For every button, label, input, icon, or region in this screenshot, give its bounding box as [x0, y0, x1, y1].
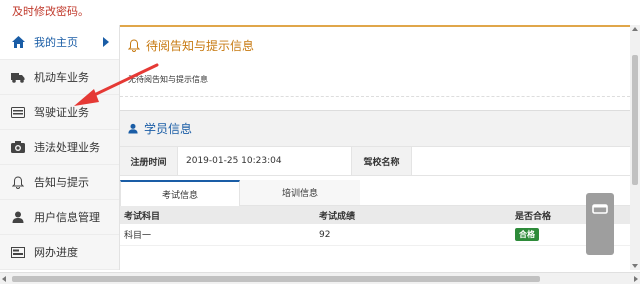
camera-icon [10, 140, 26, 154]
exam-table-header: 考试科目 考试成绩 是否合格 [120, 206, 630, 224]
sidebar-item-label: 告知与提示 [34, 176, 89, 189]
sidebar-item-label: 用户信息管理 [34, 211, 100, 224]
notice-panel-header: 待阅告知与提示信息 [120, 25, 630, 63]
info-tabs: 考试信息 培训信息 [120, 180, 630, 206]
caret-right-icon [103, 37, 109, 47]
reg-time-value: 2019-01-25 10:23:04 [178, 147, 352, 175]
user-icon [10, 210, 26, 224]
reg-time-label: 注册时间 [120, 147, 178, 175]
bell-icon [128, 38, 140, 52]
student-info-row: 注册时间 2019-01-25 10:23:04 驾校名称 [120, 146, 630, 176]
panel-gap [120, 97, 630, 110]
sidebar-item-progress[interactable]: 网办进度 [0, 235, 119, 270]
floating-action-button[interactable] [586, 193, 614, 255]
window-icon [592, 199, 608, 255]
id-card-icon [10, 105, 26, 119]
sidebar: 我的主页 机动车业务 驾驶证业务 违法处理业务 告知与提示 用户信息管理 网办进… [0, 25, 120, 270]
scroll-up-icon[interactable] [632, 27, 638, 31]
user-icon [128, 123, 138, 134]
student-panel-title: 学员信息 [144, 122, 193, 136]
scroll-down-icon[interactable] [632, 264, 638, 268]
school-value [412, 147, 630, 175]
horizontal-scroll-thumb[interactable] [12, 276, 540, 282]
exam-subject-cell: 科目一 [124, 231, 152, 241]
student-panel-header: 学员信息 [120, 110, 630, 146]
sidebar-item-label: 违法处理业务 [34, 141, 100, 154]
main-content: 待阅告知与提示信息 无待阅告知与提示信息 学员信息 注册时间 2019-01-2… [120, 25, 630, 270]
horizontal-scrollbar[interactable] [0, 272, 640, 284]
scroll-right-icon[interactable] [634, 276, 638, 282]
school-label: 驾校名称 [352, 147, 412, 175]
progress-icon [10, 245, 26, 259]
exam-score-cell: 92 [319, 229, 331, 240]
vertical-scrollbar[interactable] [630, 25, 640, 270]
bell-icon [10, 175, 26, 189]
notice-panel-body: 无待阅告知与提示信息 [120, 63, 630, 97]
column-header: 考试科目 [124, 211, 161, 222]
sidebar-item-label: 我的主页 [34, 36, 78, 49]
sidebar-item-violation[interactable]: 违法处理业务 [0, 130, 119, 165]
tab-exam-info[interactable]: 考试信息 [120, 180, 240, 206]
truck-icon [10, 70, 26, 84]
column-header: 考试成绩 [319, 211, 356, 222]
sidebar-item-label: 网办进度 [34, 246, 78, 259]
table-row: 科目一 92 合格 [120, 224, 630, 246]
notice-panel-title: 待阅告知与提示信息 [146, 38, 255, 53]
home-icon [10, 35, 26, 49]
tab-training-info[interactable]: 培训信息 [240, 180, 360, 206]
scroll-left-icon[interactable] [2, 276, 6, 282]
sidebar-item-home[interactable]: 我的主页 [0, 25, 119, 60]
sidebar-item-label: 机动车业务 [34, 71, 89, 84]
sidebar-item-vehicle[interactable]: 机动车业务 [0, 60, 119, 95]
status-badge: 合格 [515, 228, 539, 241]
password-notice: 及时修改密码。 [12, 5, 89, 18]
sidebar-item-notices[interactable]: 告知与提示 [0, 165, 119, 200]
sidebar-item-license[interactable]: 驾驶证业务 [0, 95, 119, 130]
page-root: 及时修改密码。 我的主页 机动车业务 驾驶证业务 违法处理业务 告知与提示 用户… [0, 0, 640, 286]
vertical-scroll-thumb[interactable] [632, 55, 638, 185]
sidebar-item-user-info[interactable]: 用户信息管理 [0, 200, 119, 235]
sidebar-item-label: 驾驶证业务 [34, 106, 89, 119]
